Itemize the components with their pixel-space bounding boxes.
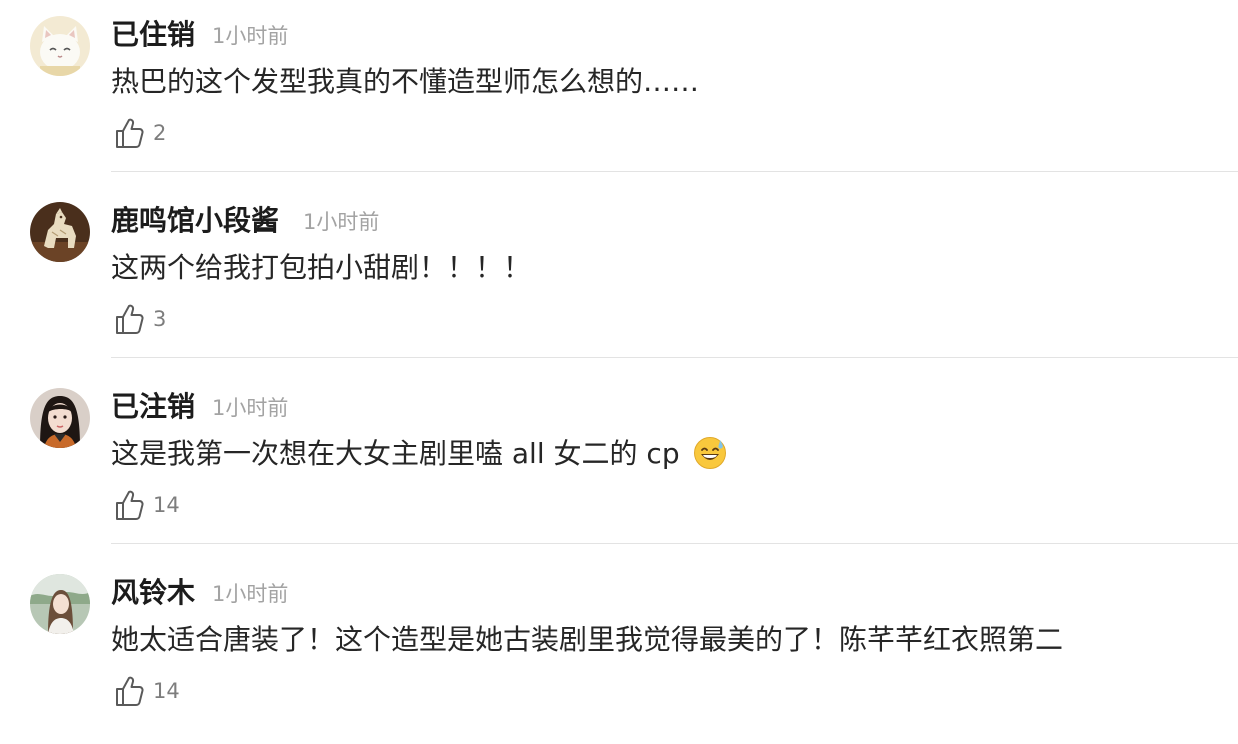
woman-portrait-avatar-icon[interactable] <box>30 388 90 448</box>
comment-time: 1小时前 <box>212 396 289 420</box>
like-count: 2 <box>153 121 167 145</box>
like-count: 14 <box>153 679 180 703</box>
woman-outdoor-avatar-icon[interactable] <box>30 574 90 634</box>
thumbs-up-icon <box>114 117 144 149</box>
comment-text: 这是我第一次想在大女主剧里嗑 all 女二的 cp <box>111 434 727 474</box>
divider <box>111 171 1238 172</box>
comment-item: 已注销 1小时前 这是我第一次想在大女主剧里嗑 all 女二的 cp 14 <box>0 372 1238 558</box>
like-button[interactable]: 14 <box>114 675 180 707</box>
comment-item: 风铃木 1小时前 她太适合唐装了！这个造型是她古装剧里我觉得最美的了！陈芊芊红衣… <box>0 558 1238 744</box>
comment-item: 鹿鸣馆小段酱 1小时前 这两个给我打包拍小甜剧！！！！ 3 <box>0 186 1238 372</box>
horse-statue-avatar-icon[interactable] <box>30 202 90 262</box>
thumbs-up-icon <box>114 489 144 521</box>
comment-list: 已住销 1小时前 热巴的这个发型我真的不懂造型师怎么想的…… 2 鹿鸣馆小段酱 … <box>0 0 1238 717</box>
like-button[interactable]: 2 <box>114 117 166 149</box>
like-button[interactable]: 14 <box>114 489 180 521</box>
comment-time: 1小时前 <box>212 582 289 606</box>
comment-text: 她太适合唐装了！这个造型是她古装剧里我觉得最美的了！陈芊芊红衣照第二 <box>111 623 1064 656</box>
divider <box>111 543 1238 544</box>
comment-time: 1小时前 <box>303 210 380 234</box>
comment-text: 这两个给我打包拍小甜剧！！！！ <box>111 251 532 284</box>
thumbs-up-icon <box>114 303 144 335</box>
comment-username[interactable]: 鹿鸣馆小段酱 <box>111 202 279 240</box>
comment-text: 热巴的这个发型我真的不懂造型师怎么想的…… <box>111 65 700 98</box>
like-count: 14 <box>153 493 180 517</box>
comment-username[interactable]: 已住销 <box>111 16 195 54</box>
comment-text-content: 这是我第一次想在大女主剧里嗑 all 女二的 cp <box>111 437 680 470</box>
comment-username[interactable]: 已注销 <box>111 388 195 426</box>
divider <box>111 357 1238 358</box>
comment-time: 1小时前 <box>212 24 289 48</box>
thumbs-up-icon <box>114 675 144 707</box>
grinning-sweat-emoji <box>693 437 726 469</box>
comment-username[interactable]: 风铃木 <box>111 574 195 612</box>
like-count: 3 <box>153 307 167 331</box>
like-button[interactable]: 3 <box>114 303 166 335</box>
comment-item: 已住销 1小时前 热巴的这个发型我真的不懂造型师怎么想的…… 2 <box>0 0 1238 186</box>
cat-avatar-icon[interactable] <box>30 16 90 76</box>
